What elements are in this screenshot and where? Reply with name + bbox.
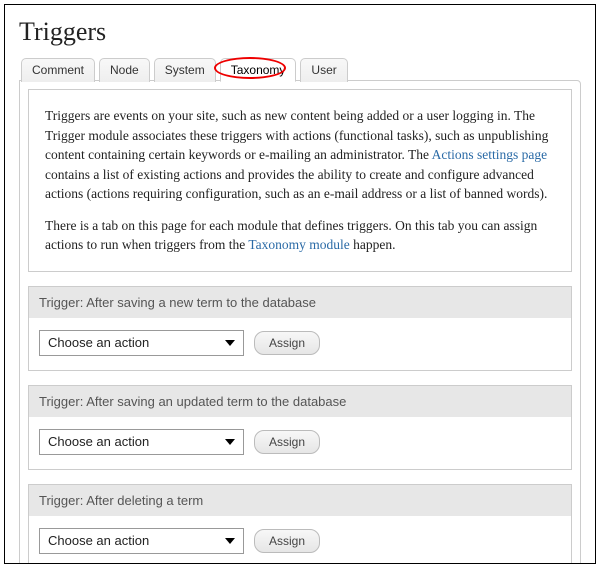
select-placeholder: Choose an action [48, 335, 149, 350]
tab-node[interactable]: Node [99, 58, 150, 82]
trigger-block-update-term: Trigger: After saving an updated term to… [28, 385, 572, 470]
tab-label: Taxonomy [231, 63, 286, 77]
assign-button[interactable]: Assign [254, 430, 320, 454]
action-select[interactable]: Choose an action [39, 528, 244, 554]
taxonomy-module-link[interactable]: Taxonomy module [248, 237, 349, 252]
assign-button[interactable]: Assign [254, 529, 320, 553]
intro-paragraph-1: Triggers are events on your site, such a… [45, 106, 555, 204]
assign-button[interactable]: Assign [254, 331, 320, 355]
page-title: Triggers [19, 17, 581, 47]
action-select[interactable]: Choose an action [39, 330, 244, 356]
trigger-title: Trigger: After saving a new term to the … [29, 287, 571, 318]
tab-comment[interactable]: Comment [21, 58, 95, 82]
trigger-controls: Choose an action Assign [29, 417, 571, 469]
tab-content: Triggers are events on your site, such a… [19, 80, 581, 564]
tab-taxonomy[interactable]: Taxonomy [220, 58, 297, 82]
trigger-block-delete-term: Trigger: After deleting a term Choose an… [28, 484, 572, 564]
trigger-title: Trigger: After deleting a term [29, 485, 571, 516]
tab-user[interactable]: User [300, 58, 347, 82]
page-container: Triggers Comment Node System Taxonomy Us… [4, 4, 596, 564]
actions-settings-link[interactable]: Actions settings page [432, 147, 547, 162]
trigger-title: Trigger: After saving an updated term to… [29, 386, 571, 417]
intro-text: contains a list of existing actions and … [45, 167, 547, 202]
intro-text: happen. [350, 237, 396, 252]
tab-system[interactable]: System [154, 58, 216, 82]
trigger-controls: Choose an action Assign [29, 318, 571, 370]
tab-strip: Comment Node System Taxonomy User [21, 57, 581, 81]
chevron-down-icon [225, 439, 235, 445]
intro-text-box: Triggers are events on your site, such a… [28, 89, 572, 272]
intro-paragraph-2: There is a tab on this page for each mod… [45, 216, 555, 255]
select-placeholder: Choose an action [48, 434, 149, 449]
action-select[interactable]: Choose an action [39, 429, 244, 455]
trigger-block-new-term: Trigger: After saving a new term to the … [28, 286, 572, 371]
select-placeholder: Choose an action [48, 533, 149, 548]
chevron-down-icon [225, 340, 235, 346]
trigger-controls: Choose an action Assign [29, 516, 571, 564]
chevron-down-icon [225, 538, 235, 544]
